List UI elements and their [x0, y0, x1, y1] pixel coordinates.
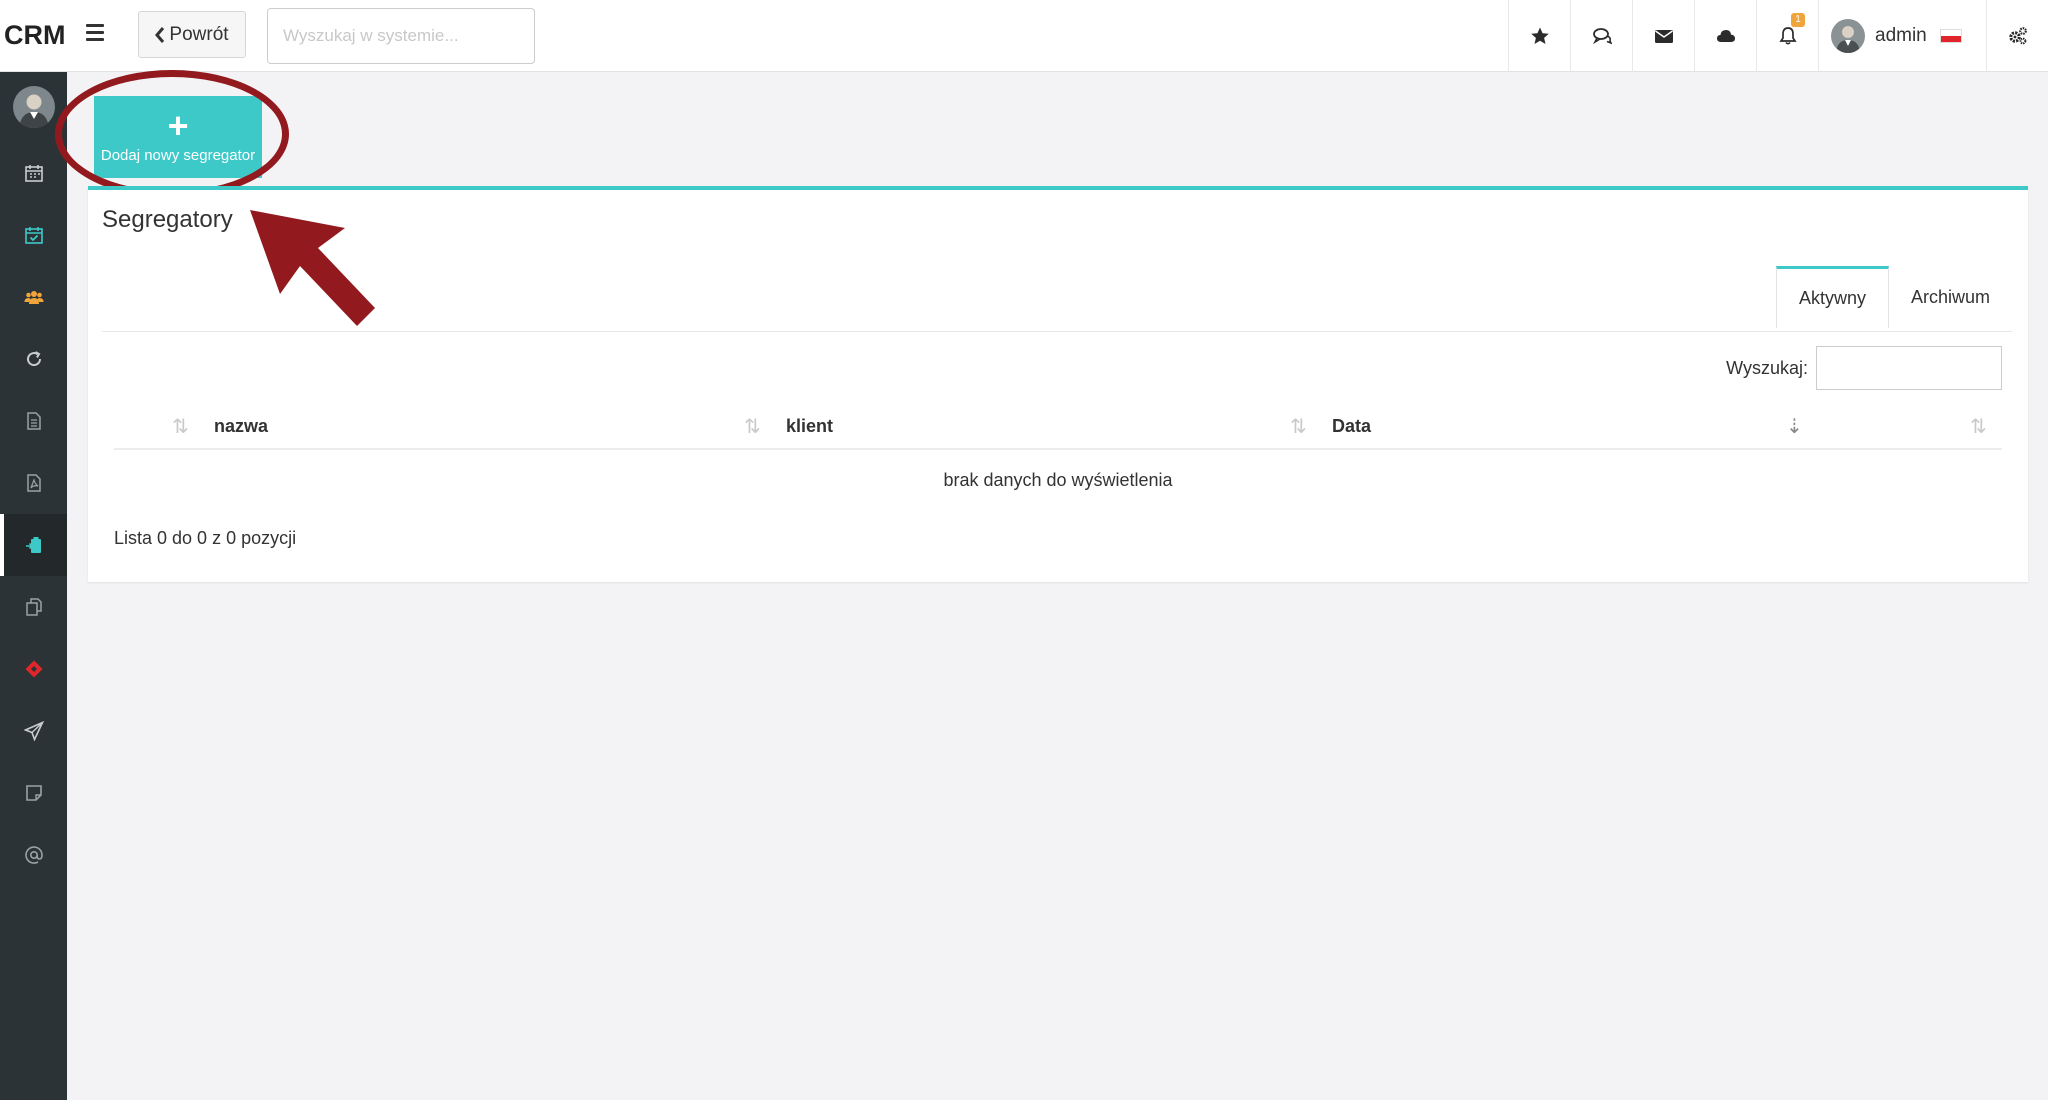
avatar [1831, 19, 1865, 53]
sort-icon[interactable]: ⇅ [744, 414, 761, 439]
sort-icon[interactable]: ⇅ [172, 414, 189, 439]
mail-button[interactable] [1632, 0, 1694, 72]
sidebar-item-documents[interactable] [0, 390, 67, 452]
poland-flag-icon [1939, 29, 1962, 43]
files-icon [25, 598, 42, 616]
sidebar-item-calendar[interactable] [0, 142, 67, 204]
favorites-button[interactable] [1508, 0, 1570, 72]
divider [102, 331, 2012, 332]
top-bar: CRM Powrót 1 admin [0, 0, 2048, 72]
app-logo[interactable]: CRM [4, 20, 66, 51]
top-actions: 1 admin [1508, 0, 2048, 72]
sidebar-item-send[interactable] [0, 700, 67, 762]
at-sign-icon [24, 846, 43, 864]
calendar-icon [24, 165, 43, 182]
back-button-label: Powrót [169, 23, 229, 45]
highlight-ellipse-annotation [55, 70, 289, 198]
sidebar-item-email[interactable] [0, 824, 67, 886]
tab-active[interactable]: Aktywny [1775, 266, 1889, 328]
clipboard-hand-icon [25, 537, 41, 553]
panel-title: Segregatory [102, 206, 233, 233]
sort-desc-icon[interactable]: ⇣ [1786, 414, 1803, 439]
cloud-button[interactable] [1694, 0, 1756, 72]
refresh-icon [26, 351, 41, 367]
table-info: Lista 0 do 0 z 0 pozycji [114, 528, 297, 548]
paper-plane-icon [23, 721, 44, 741]
table-search-input[interactable] [1816, 346, 2002, 390]
file-pdf-icon [26, 474, 41, 492]
menu-toggle-icon[interactable] [86, 24, 104, 44]
sort-icon[interactable]: ⇅ [1970, 414, 1987, 439]
sidebar-item-refresh[interactable] [0, 328, 67, 390]
table-filter: Wyszukaj: [1726, 346, 2002, 390]
table-search-label: Wyszukaj: [1726, 357, 1808, 378]
comments-icon [1592, 28, 1612, 45]
column-header-date[interactable]: Data [1332, 404, 1371, 448]
users-icon [24, 291, 43, 304]
ticket-icon [25, 660, 42, 678]
back-button[interactable]: Powrót [138, 11, 246, 58]
gears-icon [2008, 27, 2027, 45]
sidebar-item-binders[interactable] [0, 514, 67, 576]
chevron-left-icon [155, 26, 165, 43]
arrow-annotation-icon [250, 210, 375, 326]
file-text-icon [26, 412, 41, 430]
bell-icon [1778, 27, 1797, 45]
column-header-client[interactable]: klient [786, 404, 833, 448]
sidebar-item-copy[interactable] [0, 576, 67, 638]
chat-button[interactable] [1570, 0, 1632, 72]
sort-icon[interactable]: ⇅ [1290, 414, 1307, 439]
sidebar-item-tasks[interactable] [0, 204, 67, 266]
table-header: ⇅ nazwa ⇅ klient ⇅ Data ⇣ ⇅ [114, 404, 2002, 450]
sidebar-item-notes[interactable] [0, 762, 67, 824]
sidebar-item-clients[interactable] [0, 266, 67, 328]
sidebar-item-tickets[interactable] [0, 638, 67, 700]
empty-table-message: brak danych do wyświetlenia [943, 470, 1173, 490]
cloud-icon [1716, 30, 1735, 42]
envelope-icon [1654, 30, 1673, 43]
user-menu[interactable]: admin [1818, 0, 1986, 72]
sidebar-avatar[interactable] [13, 86, 55, 128]
status-tabs: Aktywny Archiwum [1775, 266, 2012, 328]
settings-button[interactable] [1986, 0, 2048, 72]
tab-archive[interactable]: Archiwum [1889, 266, 2012, 328]
global-search-input[interactable] [267, 8, 535, 64]
user-name: admin [1875, 25, 1927, 46]
column-header-name[interactable]: nazwa [214, 404, 268, 448]
sidebar [0, 72, 67, 1100]
sidebar-item-pdf[interactable] [0, 452, 67, 514]
sticky-note-icon [25, 785, 42, 801]
calendar-check-icon [24, 227, 43, 244]
star-icon [1530, 27, 1549, 44]
notifications-button[interactable]: 1 [1756, 0, 1818, 72]
notifications-badge: 1 [1791, 13, 1805, 27]
